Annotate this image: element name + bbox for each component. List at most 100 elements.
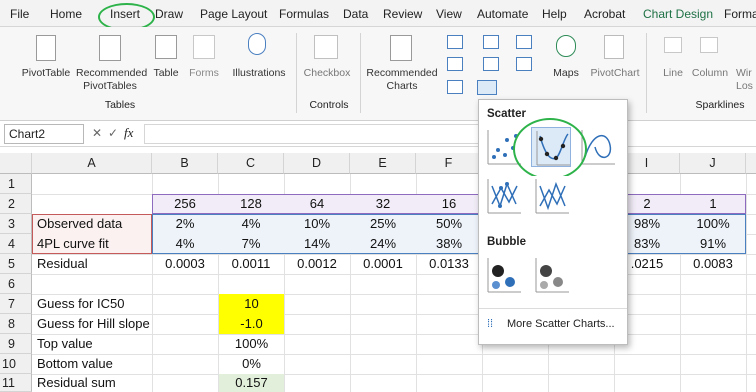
statistic-chart-icon[interactable] — [483, 57, 499, 71]
cell-a10[interactable]: Bottom value — [37, 354, 151, 374]
select-all-corner[interactable] — [0, 153, 32, 174]
cell-f5[interactable]: 0.0133 — [416, 254, 482, 274]
cell-j5[interactable]: 0.0083 — [680, 254, 746, 274]
row-header-2[interactable]: 2 — [0, 194, 32, 214]
recommended-charts-icon[interactable] — [390, 35, 412, 61]
cell-f4[interactable]: 38% — [416, 234, 482, 254]
hierarchy-chart-icon[interactable] — [483, 35, 499, 49]
cell-a11[interactable]: Residual sum — [37, 374, 151, 392]
pie-chart-icon[interactable] — [447, 80, 463, 94]
cell-c10[interactable]: 0% — [219, 354, 284, 374]
cell-c4[interactable]: 7% — [218, 234, 284, 254]
cell-f3[interactable]: 50% — [416, 214, 482, 234]
group-label-controls: Controls — [309, 99, 349, 111]
tab-draw[interactable]: Draw — [155, 7, 183, 21]
row-header-7[interactable]: 7 — [0, 294, 32, 314]
tab-format[interactable]: Forma — [724, 7, 756, 21]
cell-j3[interactable]: 100% — [680, 214, 746, 234]
cell-c5[interactable]: 0.0011 — [218, 254, 284, 274]
column-chart-icon[interactable] — [447, 35, 463, 49]
cell-a7[interactable]: Guess for IC50 — [37, 294, 217, 314]
cell-c9[interactable]: 100% — [219, 334, 284, 354]
cancel-icon[interactable]: ✕ — [92, 126, 102, 140]
column-header-e[interactable]: E — [350, 153, 416, 174]
cell-d5[interactable]: 0.0012 — [284, 254, 350, 274]
row-header-9[interactable]: 9 — [0, 334, 32, 354]
scatter-chart-button[interactable] — [477, 80, 497, 95]
tab-home[interactable]: Home — [50, 7, 82, 21]
cell-d3[interactable]: 10% — [284, 214, 350, 234]
waterfall-chart-icon[interactable] — [516, 35, 532, 49]
column-header-f[interactable]: F — [416, 153, 482, 174]
cell-c8[interactable]: -1.0 — [219, 314, 284, 334]
enter-icon[interactable]: ✓ — [108, 126, 118, 140]
tab-review[interactable]: Review — [383, 7, 422, 21]
more-scatter-charts-item[interactable]: ⁞⁞ More Scatter Charts... — [483, 314, 623, 336]
tab-file[interactable]: File — [10, 7, 29, 21]
cell-c7[interactable]: 10 — [219, 294, 284, 314]
forms-icon[interactable] — [193, 35, 215, 59]
cell-a8[interactable]: Guess for Hill slope — [37, 314, 217, 334]
cell-f2[interactable]: 16 — [416, 194, 482, 214]
cell-b4[interactable]: 4% — [152, 234, 218, 254]
cell-e5[interactable]: 0.0001 — [350, 254, 416, 274]
row-header-5[interactable]: 5 — [0, 254, 32, 274]
row-header-1[interactable]: 1 — [0, 174, 32, 194]
line-chart-icon[interactable] — [447, 57, 463, 71]
cell-b2[interactable]: 256 — [152, 194, 218, 214]
cell-a3[interactable]: Observed data — [37, 214, 151, 234]
cell-a5[interactable]: Residual — [37, 254, 151, 274]
cell-e3[interactable]: 25% — [350, 214, 416, 234]
column-header-a[interactable]: A — [32, 153, 152, 174]
cell-c11[interactable]: 0.157 — [219, 374, 284, 392]
line-sparkline-icon[interactable] — [664, 37, 682, 53]
formula-input[interactable] — [144, 124, 484, 144]
row-header-8[interactable]: 8 — [0, 314, 32, 334]
column-header-j[interactable]: J — [680, 153, 746, 174]
row-header-4[interactable]: 4 — [0, 234, 32, 254]
cell-c2[interactable]: 128 — [218, 194, 284, 214]
cell-c3[interactable]: 4% — [218, 214, 284, 234]
tab-chart-design[interactable]: Chart Design — [643, 7, 713, 21]
tab-formulas[interactable]: Formulas — [279, 7, 329, 21]
tab-automate[interactable]: Automate — [477, 7, 528, 21]
tab-help[interactable]: Help — [542, 7, 567, 21]
column-header-c[interactable]: C — [218, 153, 284, 174]
3d-bubble-option[interactable] — [531, 255, 571, 295]
fx-icon[interactable]: fx — [124, 125, 133, 141]
cell-e2[interactable]: 32 — [350, 194, 416, 214]
pivotchart-icon[interactable] — [604, 35, 624, 59]
scatter-straight-lines-markers-option[interactable] — [483, 176, 523, 216]
tab-page-layout[interactable]: Page Layout — [200, 7, 267, 21]
pivottable-icon[interactable] — [36, 35, 56, 61]
row-header-6[interactable]: 6 — [0, 274, 32, 294]
cell-e4[interactable]: 24% — [350, 234, 416, 254]
recommended-pivottables-icon[interactable] — [99, 35, 121, 61]
tab-data[interactable]: Data — [343, 7, 368, 21]
row-header-10[interactable]: 10 — [0, 354, 32, 374]
cell-d4[interactable]: 14% — [284, 234, 350, 254]
tab-acrobat[interactable]: Acrobat — [584, 7, 625, 21]
cell-a9[interactable]: Top value — [37, 334, 151, 354]
cell-j2[interactable]: 1 — [680, 194, 746, 214]
cell-b5[interactable]: 0.0003 — [152, 254, 218, 274]
tab-view[interactable]: View — [436, 7, 462, 21]
cell-a4[interactable]: 4PL curve fit — [37, 234, 151, 254]
table-icon[interactable] — [155, 35, 177, 59]
column-header-k[interactable] — [746, 153, 756, 174]
checkbox-icon[interactable] — [314, 35, 338, 59]
column-header-b[interactable]: B — [152, 153, 218, 174]
row-header-3[interactable]: 3 — [0, 214, 32, 234]
column-sparkline-icon[interactable] — [700, 37, 718, 53]
illustrations-icon[interactable] — [248, 33, 266, 55]
scatter-straight-lines-option[interactable] — [531, 176, 571, 216]
maps-icon[interactable] — [556, 35, 576, 57]
row-header-11[interactable]: 11 — [0, 374, 32, 392]
column-header-d[interactable]: D — [284, 153, 350, 174]
combo-chart-icon[interactable] — [516, 57, 532, 71]
cell-d2[interactable]: 64 — [284, 194, 350, 214]
name-box[interactable]: Chart2 — [4, 124, 84, 144]
cell-j4[interactable]: 91% — [680, 234, 746, 254]
cell-b3[interactable]: 2% — [152, 214, 218, 234]
bubble-option[interactable] — [483, 255, 523, 295]
